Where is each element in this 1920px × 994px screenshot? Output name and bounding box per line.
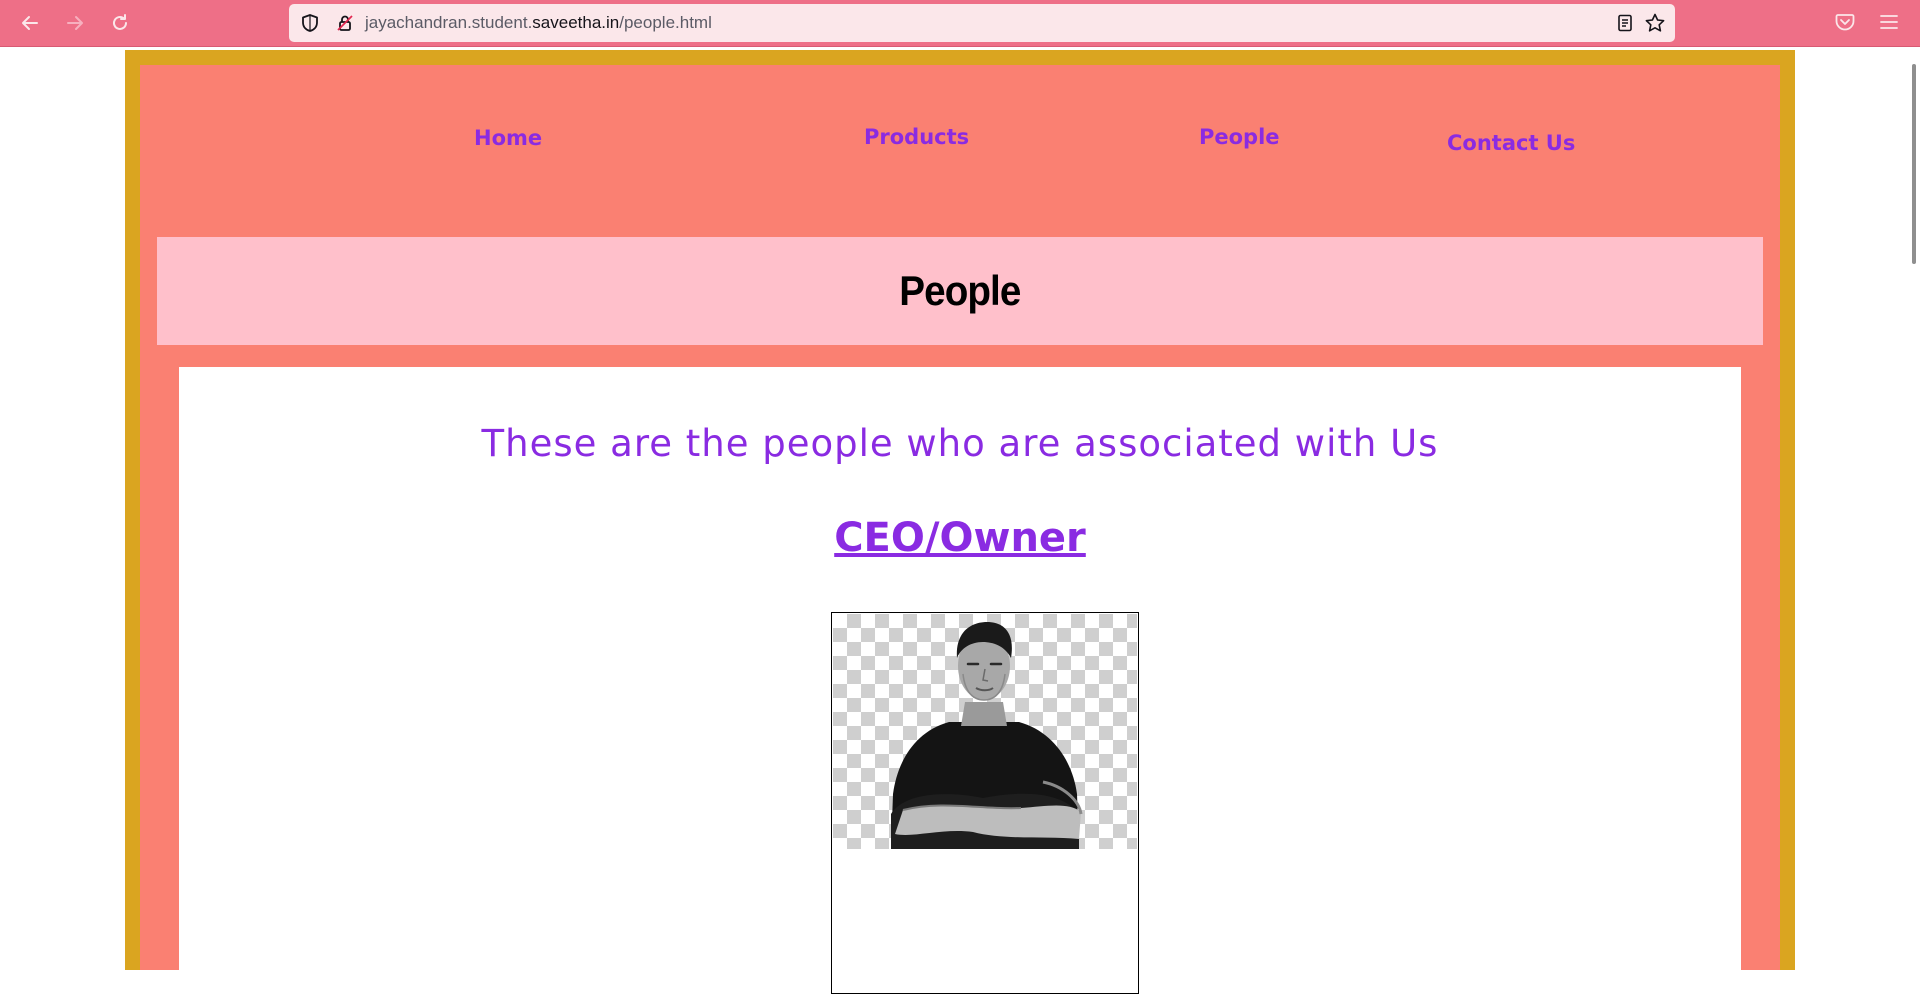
reader-view-icon[interactable] — [1615, 13, 1635, 33]
person-portrait-image — [891, 622, 1083, 849]
forward-arrow-icon — [67, 16, 83, 30]
bookmark-star-icon[interactable] — [1644, 12, 1666, 34]
intro-text: These are the people who are associated … — [481, 422, 1439, 465]
page-frame: Home Products People Contact Us People T… — [125, 50, 1795, 994]
shield-icon[interactable] — [300, 13, 320, 33]
reload-icon — [113, 14, 127, 30]
person-card — [831, 612, 1139, 994]
hamburger-menu-icon[interactable] — [1878, 11, 1900, 33]
nav-people-link[interactable]: People — [1199, 125, 1280, 149]
page-body: Home Products People Contact Us People T… — [140, 65, 1780, 994]
nav-home-link[interactable]: Home — [474, 126, 542, 150]
pocket-icon[interactable] — [1834, 11, 1856, 33]
page-header: People — [157, 237, 1763, 345]
url-host: saveetha.in — [532, 13, 620, 32]
insecure-lock-icon[interactable] — [335, 13, 355, 33]
address-bar[interactable]: jayachandran.student.saveetha.in/people.… — [289, 4, 1675, 42]
url-text: jayachandran.student.saveetha.in/people.… — [365, 13, 712, 33]
forward-button[interactable] — [62, 10, 88, 36]
nav-contact-link[interactable]: Contact Us — [1447, 131, 1575, 155]
content-box: These are the people who are associated … — [179, 367, 1741, 994]
ceo-photo — [833, 614, 1137, 849]
nav-products-link[interactable]: Products — [864, 125, 969, 149]
back-arrow-icon — [22, 16, 38, 30]
url-path: /people.html — [619, 13, 712, 32]
page-title: People — [899, 267, 1021, 314]
page-scrollbar[interactable] — [1912, 64, 1916, 264]
browser-toolbar: jayachandran.student.saveetha.in/people.… — [0, 0, 1920, 47]
reload-button[interactable] — [107, 10, 133, 36]
back-button[interactable] — [17, 10, 43, 36]
role-heading: CEO/Owner — [834, 515, 1086, 561]
url-prefix: jayachandran.student. — [365, 13, 533, 32]
